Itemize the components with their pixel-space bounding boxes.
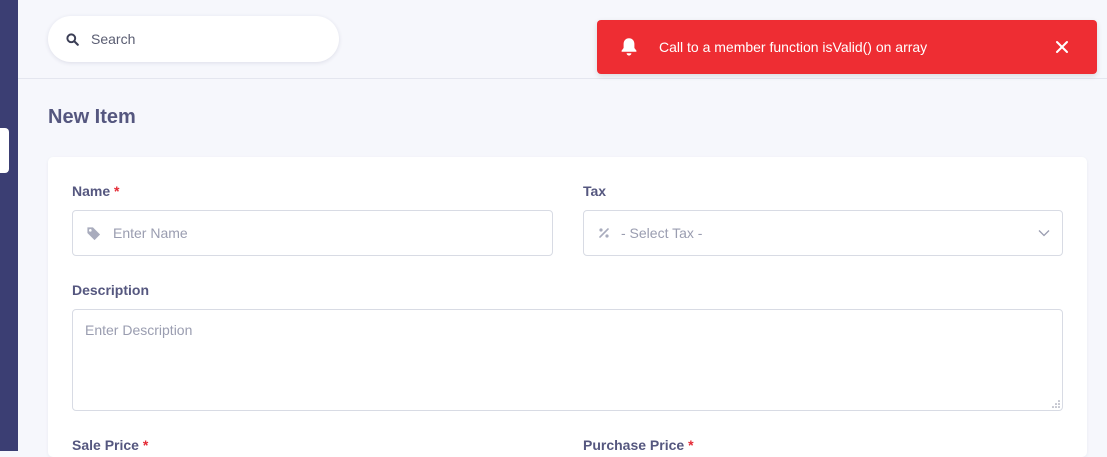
item-form-card: Name * Tax - Select Tax - Description	[48, 157, 1087, 457]
name-label-text: Name	[72, 183, 111, 199]
search-box[interactable]	[48, 16, 339, 62]
tax-selected-value: - Select Tax -	[621, 225, 703, 241]
tag-icon	[86, 226, 101, 240]
search-input[interactable]	[89, 30, 309, 48]
tax-select[interactable]: - Select Tax -	[583, 210, 1063, 256]
resize-handle-icon[interactable]	[1052, 400, 1060, 408]
sidebar-toggle-handle[interactable]	[0, 128, 9, 173]
name-field[interactable]	[72, 210, 553, 256]
name-label: Name *	[72, 183, 119, 199]
description-input[interactable]	[73, 310, 1062, 410]
tax-label: Tax	[583, 183, 607, 199]
description-field[interactable]	[72, 309, 1063, 411]
name-input[interactable]	[111, 224, 531, 242]
sidebar	[0, 0, 18, 451]
search-icon	[66, 32, 79, 46]
bell-icon	[621, 38, 637, 56]
required-marker: *	[114, 183, 120, 199]
error-notification: Call to a member function isValid() on a…	[597, 20, 1097, 74]
percent-icon	[599, 228, 609, 238]
notification-message: Call to a member function isValid() on a…	[659, 39, 928, 55]
description-label: Description	[72, 282, 150, 298]
close-icon[interactable]	[1053, 38, 1071, 56]
page-title: New Item	[48, 106, 136, 128]
chevron-down-icon	[1038, 230, 1050, 237]
